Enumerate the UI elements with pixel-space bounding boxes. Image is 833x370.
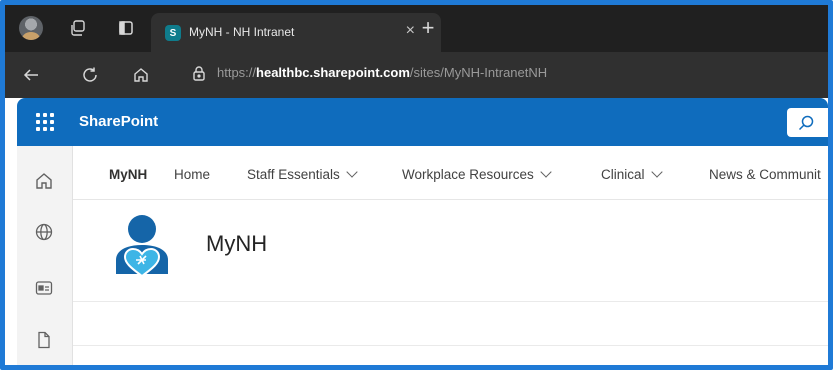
home-icon[interactable] [33, 170, 55, 192]
back-icon[interactable] [20, 64, 42, 86]
new-tab-button[interactable]: + [415, 15, 441, 41]
workspaces-icon[interactable] [67, 17, 89, 39]
document-icon[interactable] [33, 329, 55, 351]
sharepoint-app-bar [17, 146, 73, 365]
home-icon[interactable] [130, 64, 152, 86]
search-box[interactable] [787, 108, 828, 137]
lock-icon[interactable] [190, 64, 208, 82]
tab-actions-icon[interactable] [115, 17, 137, 39]
site-logo[interactable] [113, 212, 171, 280]
nav-item-clinical[interactable]: Clinical [601, 166, 663, 182]
suite-title[interactable]: SharePoint [79, 113, 158, 130]
site-title[interactable]: MyNH [206, 231, 267, 257]
chevron-down-icon [540, 166, 552, 178]
nav-item-home[interactable]: Home [174, 167, 210, 182]
header-divider [73, 301, 828, 302]
app-launcher-icon[interactable] [36, 113, 54, 131]
chevron-down-icon [346, 166, 358, 178]
address-url[interactable]: https://healthbc.sharepoint.com/sites/My… [217, 65, 547, 80]
chevron-down-icon [650, 166, 663, 178]
nav-item-news-communications[interactable]: News & Communit [709, 167, 821, 182]
sharepoint-favicon-icon: S [165, 25, 181, 41]
globe-icon[interactable] [33, 221, 55, 243]
news-icon[interactable] [33, 277, 55, 299]
search-icon[interactable] [797, 114, 815, 132]
browser-tab-active[interactable]: S MyNH - NH Intranet × [151, 13, 441, 52]
tab-close-icon[interactable]: × [406, 22, 415, 40]
nav-item-staff-essentials[interactable]: Staff Essentials [247, 166, 358, 182]
nav-item-workplace-resources[interactable]: Workplace Resources [402, 166, 552, 182]
tab-title: MyNH - NH Intranet [189, 25, 295, 39]
section-divider [73, 345, 828, 346]
window-frame: S MyNH - NH Intranet × + https://healthb… [0, 0, 833, 370]
sharepoint-suite-bar: SharePoint [17, 98, 828, 146]
site-name-link[interactable]: MyNH [109, 167, 147, 182]
browser-tab-strip: S MyNH - NH Intranet × + [5, 5, 828, 52]
refresh-icon[interactable] [79, 64, 101, 86]
profile-avatar[interactable] [19, 16, 43, 40]
site-navigation: MyNH Home Staff Essentials Workplace Res… [73, 146, 828, 200]
